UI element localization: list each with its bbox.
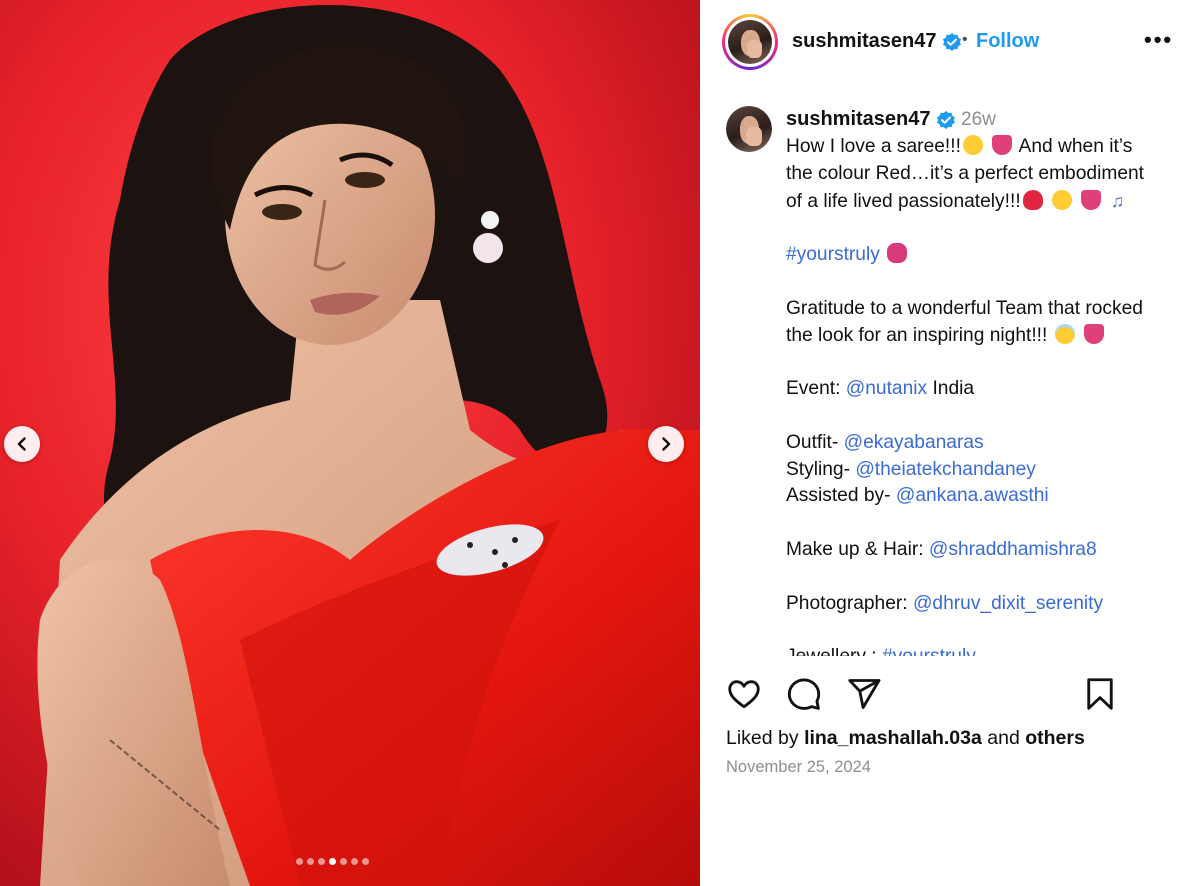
kiss-mark-emoji-icon (887, 243, 908, 264)
heart-icon[interactable] (726, 676, 762, 712)
liked-by-prefix: Liked by (726, 727, 799, 749)
caption-line: And when it’s (1018, 136, 1133, 157)
dancer-emoji-icon (1081, 189, 1102, 210)
slide-indicator (296, 858, 369, 865)
mention-link[interactable]: @ekayabanaras (844, 432, 984, 453)
post-sidebar: sushmitasen47 • Follow ••• sushmitasen47… (700, 0, 1196, 886)
mention-link[interactable]: @theiatekchandaney (855, 459, 1036, 480)
chevron-left-icon (17, 437, 26, 451)
action-bar (724, 676, 1184, 716)
caption-text: How I love a saree!!! And when it’s the … (786, 134, 1186, 656)
separator-dot: • (962, 31, 968, 48)
hashtag-link[interactable]: #yourstruly (786, 244, 880, 265)
caption-text-fragment: India (932, 378, 975, 400)
slide-dot[interactable] (340, 858, 347, 865)
caption-label: Photographer: (786, 592, 908, 614)
liked-by-others-link[interactable]: others (1025, 727, 1085, 749)
post-media[interactable] (0, 0, 700, 886)
header-username[interactable]: sushmitasen47 (792, 30, 962, 53)
red-heart-emoji-icon (1022, 189, 1043, 210)
liked-by: Liked by lina_mashallah.03a and others (726, 727, 1085, 750)
caption-line: the look for an inspiring night!!! (786, 324, 1048, 346)
slide-dot-active[interactable] (329, 858, 336, 865)
liked-by-connector: and (987, 727, 1020, 749)
grin-emoji-icon (1052, 189, 1072, 210)
post-photo (0, 0, 700, 886)
caption-username[interactable]: sushmitasen47 (786, 108, 956, 131)
bookmark-icon[interactable] (1082, 676, 1118, 712)
slide-dot[interactable] (296, 858, 303, 865)
slide-dot[interactable] (307, 858, 314, 865)
music-notes-emoji-icon: ♫ (1110, 190, 1125, 211)
chevron-right-icon (662, 437, 671, 451)
halo-emoji-icon (1054, 323, 1075, 344)
heart-eyes-emoji-icon (962, 135, 983, 155)
verified-badge-icon (943, 32, 962, 51)
caption-area: sushmitasen47 26w How I love a saree!!! … (700, 86, 1196, 656)
post-time-ago: 26w (961, 109, 996, 130)
post-header: sushmitasen47 • Follow ••• (700, 0, 1196, 86)
caption-line: of a life lived passionately!!! (786, 190, 1021, 212)
mention-link[interactable]: @ankana.awasthi (896, 485, 1049, 506)
next-slide-button[interactable] (648, 426, 684, 462)
caption-line: Gratitude to a wonderful Team that rocke… (786, 297, 1143, 319)
caption-avatar[interactable] (726, 106, 772, 152)
mention-link[interactable]: @nutanix (846, 378, 927, 399)
caption-label: Styling- (786, 458, 850, 480)
caption-label: Make up & Hair: (786, 538, 924, 560)
caption-label: Assisted by- (786, 485, 891, 507)
share-icon[interactable] (846, 676, 882, 712)
caption-line: the colour Red…it’s a perfect embodiment (786, 162, 1144, 184)
caption-label: Outfit- (786, 431, 839, 453)
caption-label: Event: (786, 378, 841, 400)
verified-badge-icon (937, 110, 956, 129)
mention-link[interactable]: @dhruv_dixit_serenity (913, 593, 1103, 614)
hashtag-link[interactable]: #yourstruly (882, 646, 976, 656)
dancer-emoji-icon (1084, 323, 1105, 344)
slide-dot[interactable] (351, 858, 358, 865)
liked-by-user-link[interactable]: lina_mashallah.03a (804, 727, 982, 749)
post-date: November 25, 2024 (726, 758, 871, 776)
caption-line: How I love a saree!!! (786, 136, 961, 157)
comment-icon[interactable] (786, 676, 822, 712)
dancer-emoji-icon (992, 135, 1013, 155)
slide-dot[interactable] (318, 858, 325, 865)
caption-label: Jewellery : (786, 646, 877, 656)
profile-avatar[interactable] (722, 14, 778, 70)
slide-dot[interactable] (362, 858, 369, 865)
previous-slide-button[interactable] (4, 426, 40, 462)
mention-link[interactable]: @shraddhamishra8 (929, 539, 1097, 560)
follow-button[interactable]: Follow (976, 30, 1039, 53)
more-options-icon[interactable]: ••• (1144, 27, 1173, 53)
